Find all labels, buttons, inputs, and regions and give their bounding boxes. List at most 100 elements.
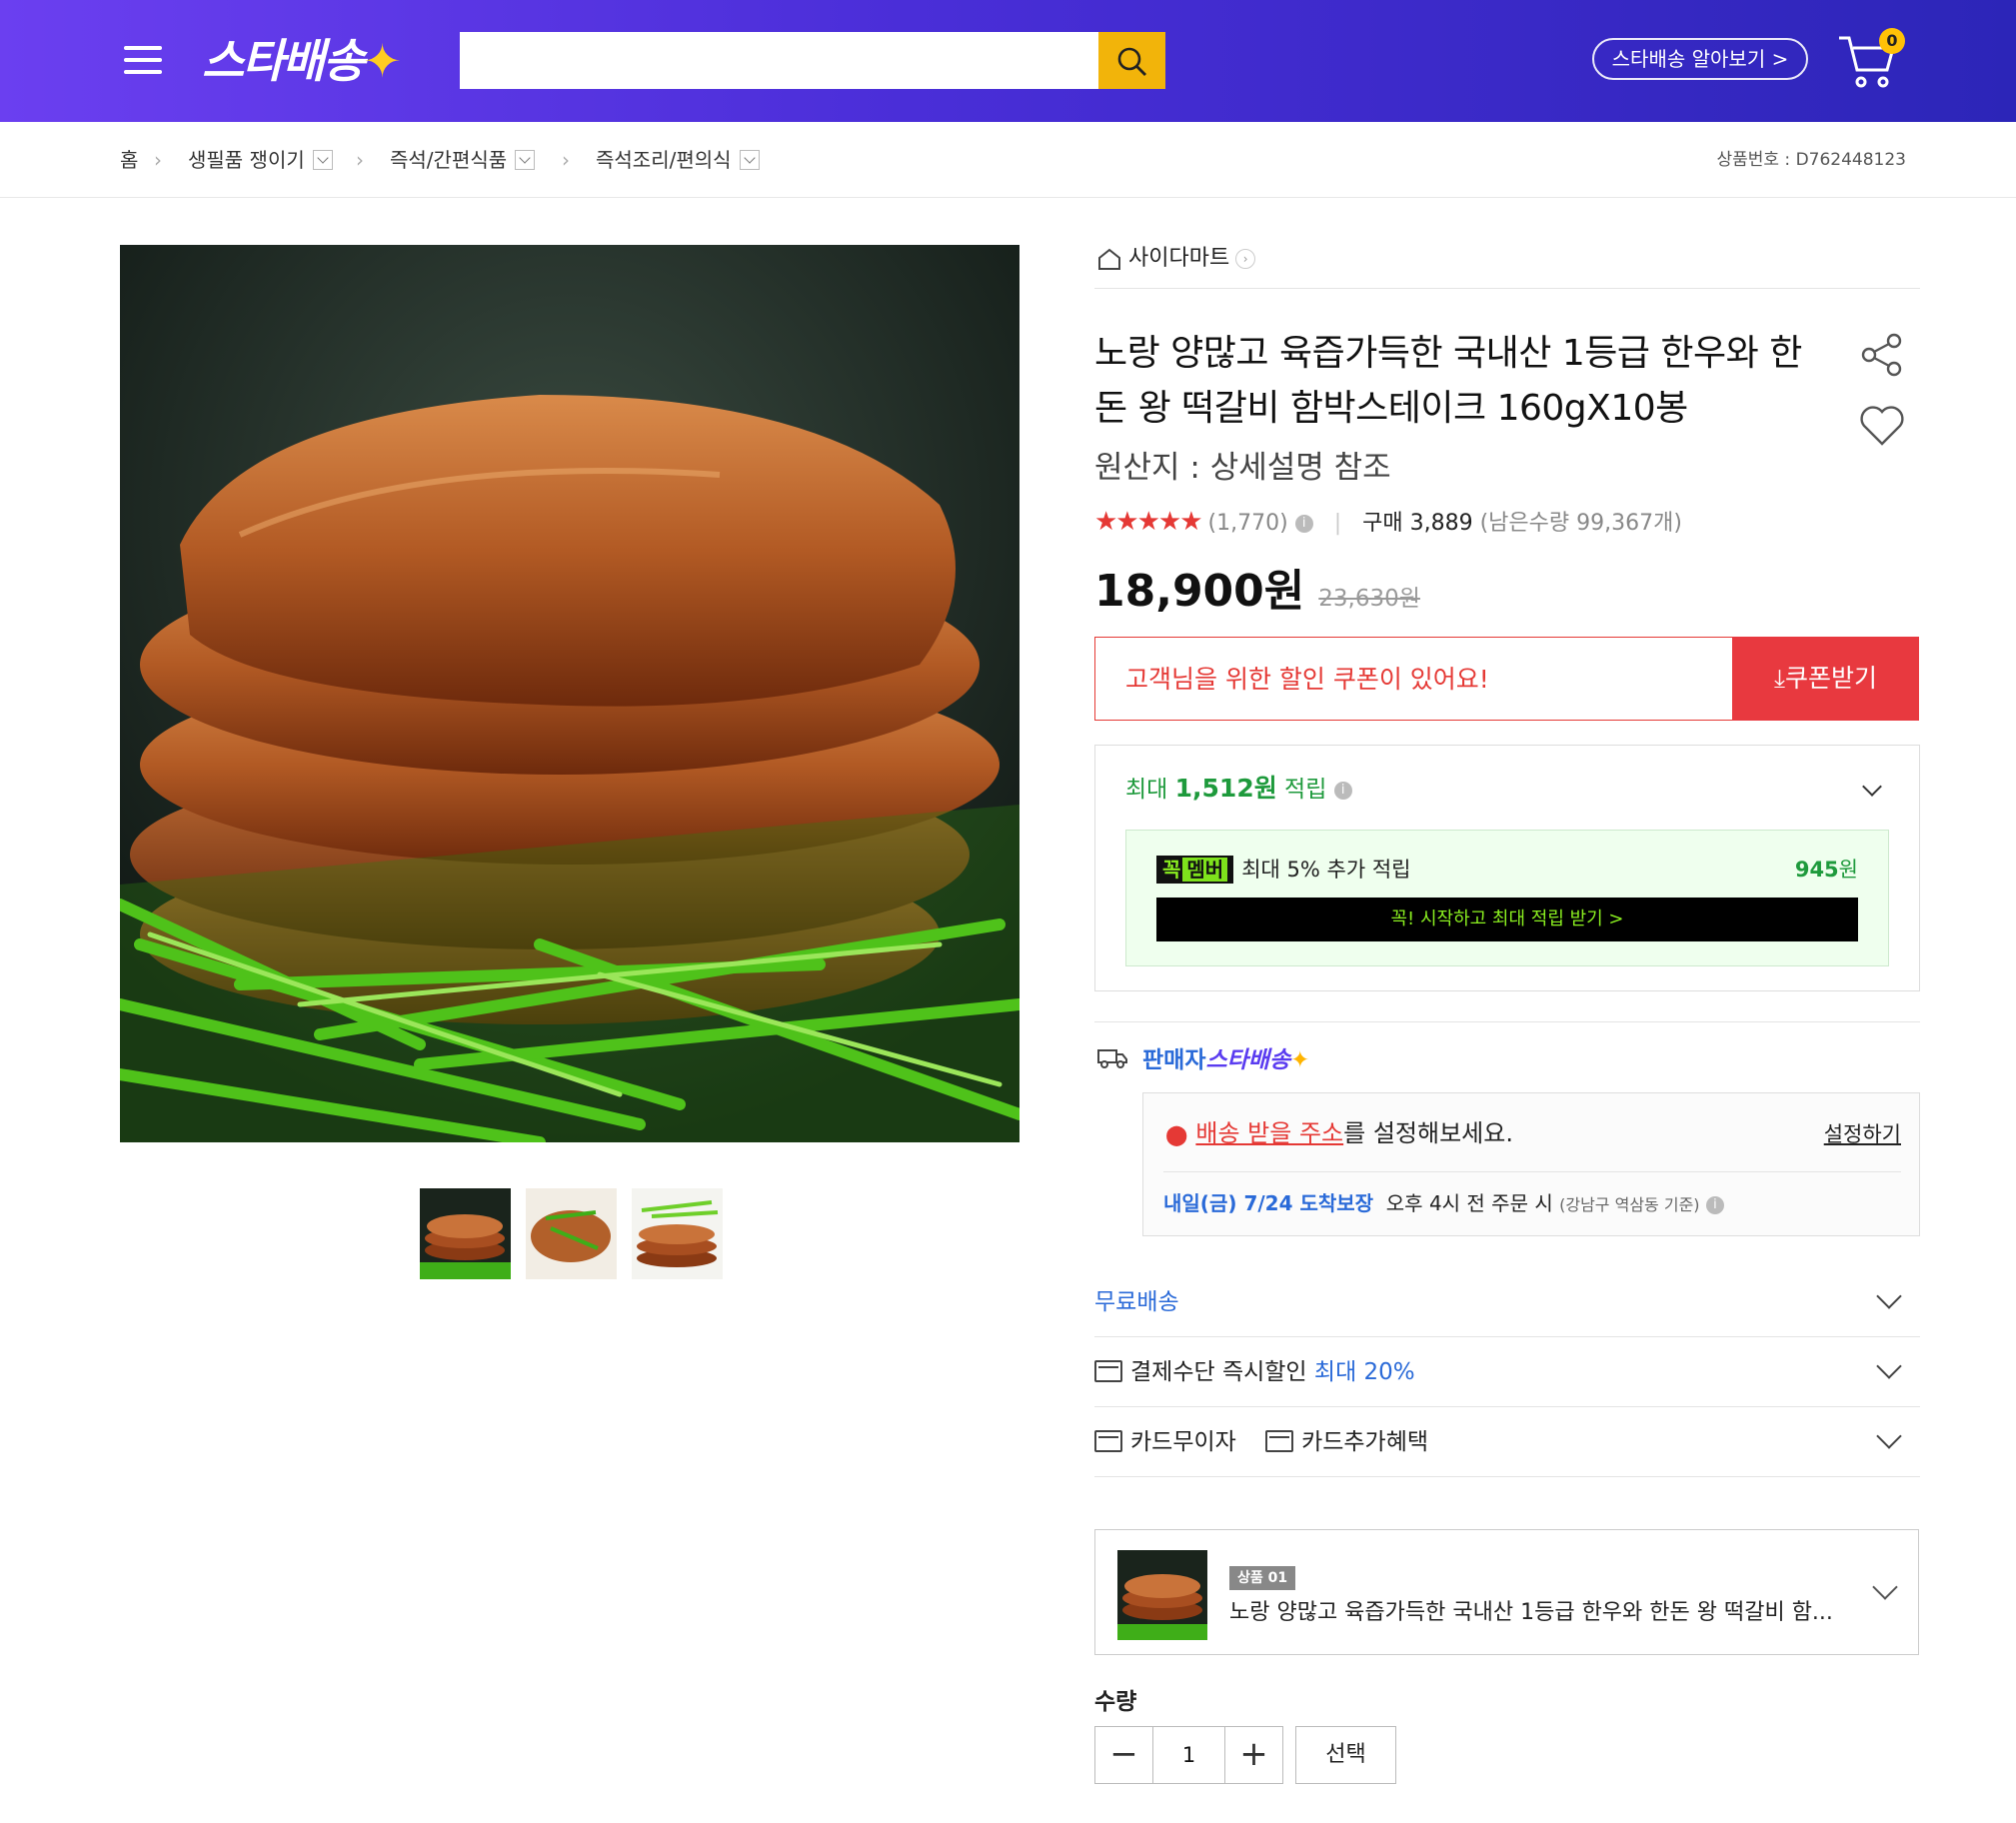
chevron-down-icon[interactable] [1862, 777, 1882, 797]
option-name: 노랑 양많고 육즙가득한 국내산 1등급 한우와 한돈 왕 떡갈비 함... [1229, 1600, 1833, 1625]
breadcrumb-category-1[interactable]: 생필품 쟁이기 [188, 146, 333, 174]
card-extra-benefit-label: 카드추가혜택 [1301, 1429, 1429, 1455]
free-shipping-label: 무료배송 [1094, 1289, 1179, 1315]
breadcrumb-home[interactable]: 홈 [120, 146, 138, 174]
shop-link[interactable]: 사이다마트 › [1096, 244, 1256, 274]
breadcrumb-label: 즉석조리/편의식 [596, 148, 732, 172]
membership-start-button[interactable]: 꼭! 시작하고 최대 적립 받기 > [1156, 898, 1858, 941]
divider [1094, 1021, 1920, 1022]
quantity-value[interactable]: 1 [1153, 1727, 1224, 1783]
thumbnail-1[interactable] [420, 1188, 511, 1279]
payment-discount-max: 최대 20% [1313, 1359, 1415, 1385]
chevron-down-icon[interactable] [312, 149, 333, 170]
breadcrumb-label: 즉석/간편식품 [390, 148, 508, 172]
address-prompt: ⬤ 배송 받을 주소를 설정해보세요. [1165, 1115, 1513, 1152]
card-interest-free-label: 카드무이자 [1130, 1429, 1236, 1455]
breadcrumb-label: 생필품 쟁이기 [188, 148, 305, 172]
divider [1094, 288, 1920, 289]
top-header: 스타배송✦ 스타배송 알아보기 > 0 [0, 0, 2016, 122]
points-amount: 1,512원 [1174, 774, 1277, 803]
info-icon[interactable]: i [1294, 515, 1313, 533]
star-delivery-logo: 스타배송✦ [1205, 1047, 1310, 1073]
address-link[interactable]: 배송 받을 주소 [1195, 1119, 1343, 1147]
membership-box: 꼭 멤버 최대 5% 추가 적립 945원 꼭! 시작하고 최대 적립 받기 > [1125, 830, 1889, 966]
set-address-button[interactable]: 설정하기 [1824, 1117, 1901, 1151]
quantity-stepper: − 1 + [1094, 1726, 1283, 1784]
coupon-button-label: 쿠폰받기 [1785, 664, 1878, 693]
increase-button[interactable]: + [1224, 1727, 1282, 1783]
eta-date: 내일(금) 7/24 도착보장 [1163, 1191, 1374, 1215]
points-prefix: 최대 [1125, 777, 1175, 803]
site-logo[interactable]: 스타배송✦ [202, 33, 402, 89]
chevron-down-icon[interactable] [1872, 1574, 1898, 1600]
eta-location: (강남구 역삼동 기준) [1559, 1195, 1700, 1214]
membership-badge: 꼭 멤버 [1156, 856, 1234, 884]
points-panel: 최대 1,512원 적립 i 꼭 멤버 최대 5% 추가 적립 945원 꼭! 시작… [1094, 745, 1920, 991]
membership-amount: 945원 [1794, 858, 1858, 882]
learn-more-button[interactable]: 스타배송 알아보기 > [1592, 38, 1808, 80]
search-box [460, 32, 1165, 89]
points-title[interactable]: 최대 1,512원 적립 i [1125, 772, 1352, 807]
seller-shipping-label: 판매자스타배송✦ [1096, 1043, 1309, 1078]
info-icon[interactable]: i [1705, 1195, 1724, 1214]
chevron-down-icon[interactable] [1876, 1283, 1902, 1309]
delivery-eta: 내일(금) 7/24 도착보장 오후 4시 전 주문 시 (강남구 역삼동 기준… [1163, 1186, 1724, 1222]
cart-count-badge: 0 [1879, 28, 1905, 54]
download-icon: ⤓ [1773, 664, 1786, 693]
shop-name: 사이다마트 [1128, 246, 1230, 271]
decrease-button[interactable]: − [1095, 1727, 1153, 1783]
coupon-text: 고객님을 위한 할인 쿠폰이 있어요! [1125, 665, 1489, 694]
membership-label: 꼭 멤버 최대 5% 추가 적립 [1156, 855, 1410, 885]
product-number: 상품번호 : D762448123 [1716, 150, 1906, 170]
search-icon [1117, 47, 1146, 76]
home-icon [1098, 248, 1120, 270]
chevron-down-icon[interactable] [515, 149, 536, 170]
payment-card-icon [1094, 1359, 1122, 1382]
product-main-image[interactable] [120, 245, 1019, 1142]
quantity-label: 수량 [1094, 1689, 1137, 1715]
select-button[interactable]: 선택 [1295, 1726, 1396, 1784]
coupon-banner: 고객님을 위한 할인 쿠폰이 있어요! [1094, 637, 1831, 721]
price-row: 18,900원 23,630원 [1094, 562, 1420, 629]
purchase-count: 구매 3,889 [1362, 511, 1473, 536]
shipping-box: ⬤ 배송 받을 주소를 설정해보세요. 설정하기 내일(금) 7/24 도착보장 … [1142, 1092, 1920, 1236]
points-suffix: 적립 [1276, 777, 1327, 803]
share-icon[interactable] [1859, 332, 1905, 382]
cart-button[interactable]: 0 [1837, 28, 1905, 90]
option-tag: 상품 01 [1229, 1566, 1296, 1590]
eta-condition: 오후 4시 전 주문 시 [1385, 1191, 1553, 1215]
thumbnail-3[interactable] [632, 1188, 723, 1279]
breadcrumb-separator: › [562, 148, 570, 172]
breadcrumb-separator: › [356, 148, 364, 172]
free-shipping-row[interactable]: 무료배송 [1094, 1267, 1920, 1337]
option-thumbnail [1117, 1550, 1207, 1640]
truck-icon [1096, 1044, 1128, 1078]
seller-prefix: 판매자 [1142, 1047, 1206, 1073]
payment-discount-row[interactable]: 결제수단 즉시할인 최대 20% [1094, 1337, 1920, 1407]
info-icon[interactable]: i [1333, 781, 1352, 800]
coupon-download-button[interactable]: ⤓쿠폰받기 [1732, 637, 1919, 721]
card-gift-icon [1265, 1429, 1294, 1452]
breadcrumb-category-2[interactable]: 즉석/간편식품 [390, 146, 536, 174]
wishlist-heart-icon[interactable] [1859, 404, 1905, 452]
rating-row: ★★★★★ (1,770) i | 구매 3,889 (남은수량 99,367개… [1094, 506, 1682, 540]
review-count[interactable]: (1,770) [1208, 511, 1288, 536]
search-input[interactable] [460, 32, 1099, 89]
payment-discount-label: 결제수단 즉시할인 [1130, 1359, 1307, 1385]
divider: | [1333, 511, 1342, 536]
sale-price: 18,900원 [1094, 566, 1305, 617]
chevron-down-icon[interactable] [1876, 1353, 1902, 1379]
chevron-down-icon[interactable] [739, 149, 760, 170]
breadcrumb-category-3[interactable]: 즉석조리/편의식 [596, 146, 760, 174]
thumbnail-2[interactable] [526, 1188, 617, 1279]
option-selector[interactable]: 상품 01 노랑 양많고 육즙가득한 국내산 1등급 한우와 한돈 왕 떡갈비 … [1094, 1529, 1919, 1655]
breadcrumb-separator: › [154, 148, 162, 172]
divider [1163, 1171, 1901, 1172]
chevron-right-icon: › [1235, 249, 1256, 269]
menu-icon[interactable] [124, 46, 162, 74]
card-benefits-row[interactable]: 카드무이자 카드추가혜택 [1094, 1407, 1920, 1477]
chevron-down-icon[interactable] [1876, 1423, 1902, 1449]
membership-text: 최대 5% 추가 적립 [1241, 858, 1411, 882]
search-button[interactable] [1098, 32, 1165, 89]
location-pin-icon: ⬤ [1165, 1122, 1188, 1146]
